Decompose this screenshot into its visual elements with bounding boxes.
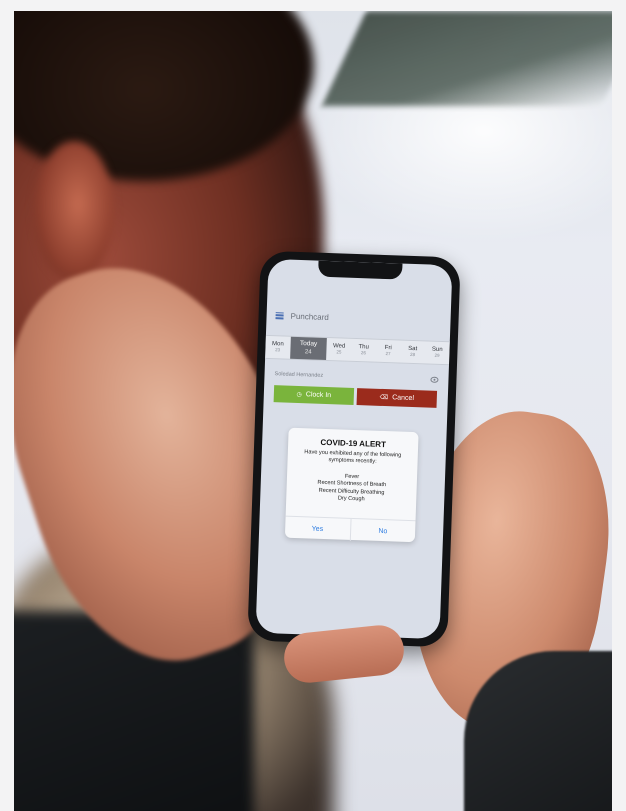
day-thu[interactable]: Thu 26 [351, 339, 376, 362]
cancel-label: Cancel [392, 394, 415, 403]
no-button[interactable]: No [349, 518, 416, 544]
phone-notch [317, 260, 403, 280]
alert-message: Have you exhibited any of the following … [304, 449, 402, 465]
yes-button[interactable]: Yes [285, 517, 350, 541]
day-number: 28 [409, 352, 416, 358]
day-sat[interactable]: Sat 28 [400, 341, 425, 364]
day-number: 26 [360, 350, 367, 356]
covid-alert-dialog: COVID-19 ALERT Have you exhibited any of… [284, 427, 419, 544]
alert-actions: Yes No [284, 515, 416, 544]
week-day-selector: Mon 23 Today 24 Wed 25 Thu 26 Fri 27 Sat… [265, 334, 450, 366]
day-number: 24 [304, 348, 312, 356]
day-mon[interactable]: Mon 23 [265, 336, 290, 359]
person-ear [34, 141, 114, 281]
day-number: 23 [275, 347, 281, 353]
clock-in-button[interactable]: ◷ Clock In [273, 385, 355, 405]
app-bar: Punchcard [266, 303, 451, 333]
hamburger-menu-icon[interactable] [275, 311, 284, 319]
day-sun[interactable]: Sun 29 [424, 341, 449, 364]
symptom-list: Fever Recent Shortness of Breath Recent … [286, 472, 417, 506]
backspace-icon: ⌫ [379, 394, 389, 402]
app-title: Punchcard [290, 311, 329, 322]
phone-screen: Punchcard Mon 23 Today 24 Wed 25 Thu 26 [255, 258, 453, 640]
photo: Punchcard Mon 23 Today 24 Wed 25 Thu 26 [14, 11, 612, 811]
clock-icon: ◷ [296, 391, 302, 399]
day-name: Today [299, 340, 318, 348]
day-number: 29 [434, 353, 440, 359]
day-today[interactable]: Today 24 [289, 336, 328, 360]
smartphone: Punchcard Mon 23 Today 24 Wed 25 Thu 26 [247, 250, 461, 648]
employee-selector[interactable]: Soledad Hernandez [270, 367, 442, 387]
background-roof [321, 11, 612, 106]
clock-in-label: Clock In [305, 391, 332, 400]
day-wed[interactable]: Wed 25 [326, 338, 351, 361]
employee-name: Soledad Hernandez [274, 371, 324, 379]
eye-icon[interactable] [430, 376, 439, 383]
day-number: 27 [385, 351, 391, 357]
day-fri[interactable]: Fri 27 [375, 340, 400, 363]
day-number: 25 [336, 349, 342, 355]
cancel-button[interactable]: ⌫ Cancel [356, 388, 438, 408]
alert-title: COVID-19 ALERT [320, 437, 387, 450]
